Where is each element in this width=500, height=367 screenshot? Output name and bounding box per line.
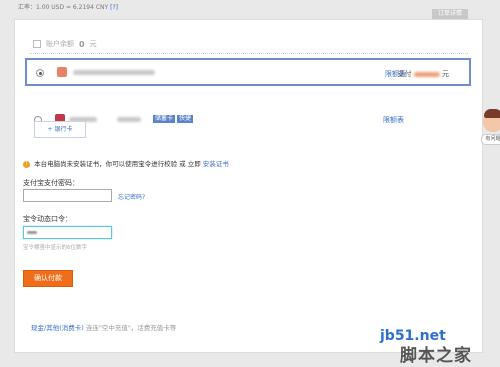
cash-other-link[interactable]: 现金/其他(消费卡) xyxy=(31,324,84,332)
token-label: 宝令动态口令： xyxy=(23,215,72,223)
install-certificate-link[interactable]: 安装证书 xyxy=(203,160,229,168)
balance-label: 账户余额 xyxy=(46,40,74,48)
limit-table-link[interactable]: 限额表 xyxy=(383,115,404,125)
token-value-masked xyxy=(27,231,37,234)
balance-amount: 0 xyxy=(79,39,85,49)
forgot-password-link[interactable]: 忘记密码? xyxy=(118,192,145,201)
balance-unit: 元 xyxy=(89,40,97,48)
payment-method-row[interactable]: 储蓄卡 快捷 限额表 xyxy=(25,112,471,132)
warning-text: 本台电脑尚未安装证书，你可以使用宝令进行校验 或 立即 xyxy=(34,160,201,168)
token-input[interactable] xyxy=(23,226,112,239)
warning-icon: ! xyxy=(23,160,30,168)
footer-text: 连连"空中充值"，话费充值卡等 xyxy=(83,324,177,332)
rate-help-link[interactable]: [?] xyxy=(110,4,118,11)
confirm-payment-button[interactable]: 确认付款 xyxy=(23,270,73,287)
divider xyxy=(29,53,468,54)
other-payment-footer: 现金/其他(消费卡) 连连"空中充值"，话费充值卡等 xyxy=(31,322,176,332)
bank-logo-icon xyxy=(57,67,67,77)
assistant-avatar-icon xyxy=(483,109,500,132)
pay-unit: 元 xyxy=(442,70,449,78)
card-tags: 储蓄卡 快捷 xyxy=(153,114,195,123)
pay-amount: 支付 元 xyxy=(398,69,449,79)
bank-account-blurred xyxy=(73,70,155,75)
exchange-rate-text: 汇率：1.00 USD = 6.2194 CNY xyxy=(18,4,109,11)
help-widget[interactable]: 有问题 xyxy=(481,109,500,145)
certificate-warning: ! 本台电脑尚未安装证书，你可以使用宝令进行校验 或 立即 安装证书 xyxy=(23,158,229,168)
express-tag: 快捷 xyxy=(177,115,194,123)
pay-label: 支付 xyxy=(397,70,412,78)
balance-checkbox[interactable] xyxy=(33,40,41,48)
exchange-rate: 汇率：1.00 USD = 6.2194 CNY [?] xyxy=(18,2,118,11)
password-input[interactable] xyxy=(23,189,112,202)
order-details-tab[interactable]: 订单详情 xyxy=(432,9,468,19)
token-hint: 宝令横竖中显示的6位数字 xyxy=(23,245,88,251)
card-number-blurred xyxy=(117,117,141,122)
payment-panel: 账户余额 0 元 限额表 支付 元 储蓄卡 快捷 限额表 xyxy=(14,19,483,353)
balance-option[interactable]: 账户余额 0 元 xyxy=(33,39,97,49)
method-radio-selected[interactable] xyxy=(36,69,44,77)
password-label: 支付宝支付密码： xyxy=(23,179,79,187)
help-label: 有问题 xyxy=(481,134,500,145)
debit-tag: 储蓄卡 xyxy=(153,115,176,123)
payment-method-row-selected[interactable]: 限额表 支付 元 xyxy=(25,58,471,86)
watermark-brand: 脚本之家 xyxy=(400,346,472,366)
pay-amount-blurred xyxy=(413,71,440,77)
add-bank-card-button[interactable]: + 银行卡 xyxy=(34,121,86,138)
